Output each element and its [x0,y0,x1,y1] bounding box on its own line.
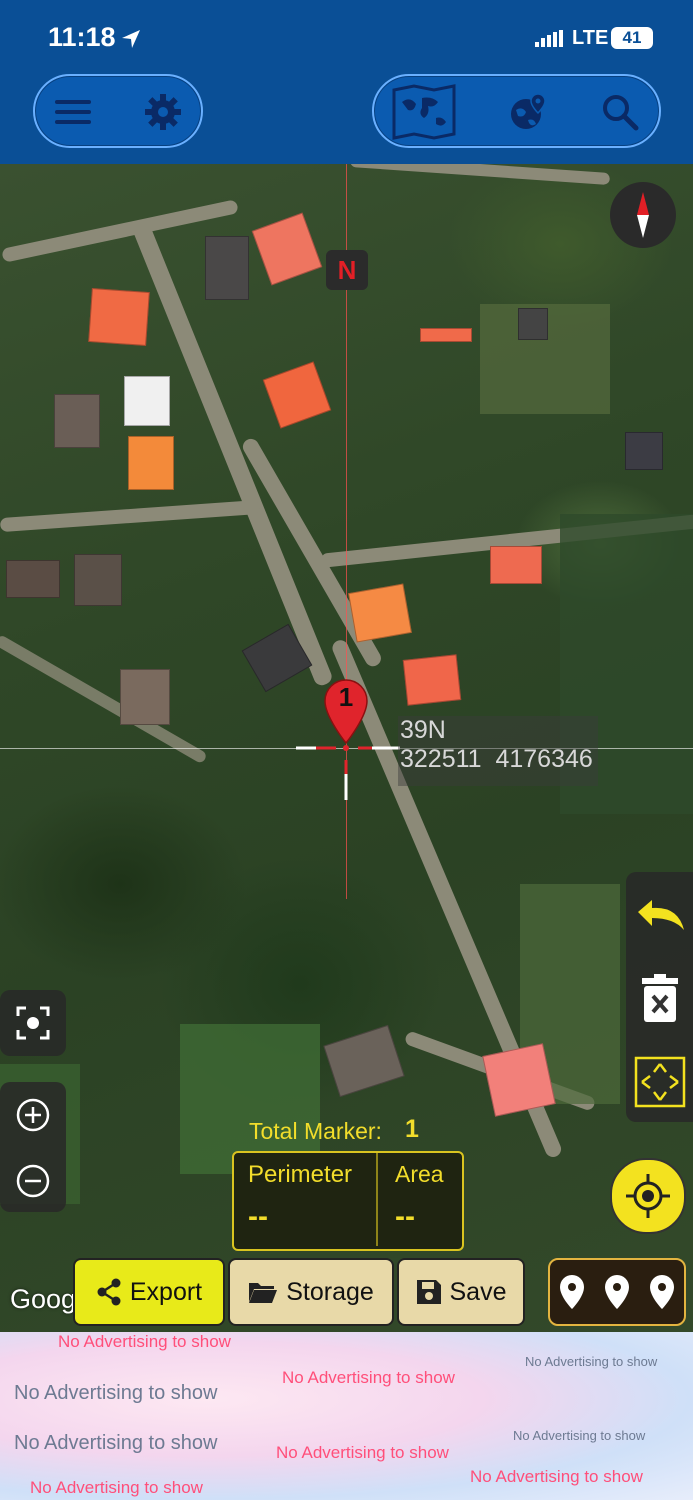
expand-extent-icon[interactable] [634,1056,686,1108]
undo-icon[interactable] [630,890,690,940]
export-button[interactable]: Export [73,1258,225,1326]
map-pin-icon [560,1275,585,1309]
hamburger-menu-icon[interactable] [53,92,93,132]
top-bar: 11:18 LTE 41 [0,0,693,164]
storage-button[interactable]: Storage [228,1258,394,1326]
storage-label: Storage [286,1277,374,1306]
signal-icon [535,30,563,47]
map-pin-icon [649,1275,674,1309]
ad-placeholder-text: No Advertising to show [30,1478,203,1497]
gear-icon[interactable] [143,92,183,132]
zoom-controls [0,1082,66,1212]
ad-banner[interactable]: No Advertising to show No Advertising to… [0,1332,693,1500]
total-marker-value: 1 [405,1115,419,1143]
area-label: Area [395,1161,444,1187]
ad-placeholder-text: No Advertising to show [14,1382,218,1404]
save-label: Save [449,1277,507,1306]
folder-open-icon [249,1283,278,1303]
left-toolbar-group [33,74,203,148]
ad-placeholder-text: No Advertising to show [58,1332,231,1351]
right-toolbar-group [372,74,661,148]
measurement-divider [376,1153,378,1246]
right-tool-column [626,872,693,1122]
floppy-disk-icon [416,1280,441,1304]
location-arrow-icon [122,30,140,48]
delete-trash-icon[interactable] [636,972,684,1026]
utm-coordinates: 322511 4176346 [400,745,593,773]
ad-placeholder-text: No Advertising to show [282,1368,455,1387]
ad-placeholder-text: No Advertising to show [14,1432,218,1454]
zoom-in-icon[interactable] [0,1082,66,1148]
compass-button[interactable] [610,182,676,248]
crosshair-reticle-icon [296,745,400,800]
map-pin-icon [604,1275,629,1309]
world-map-icon[interactable] [392,84,456,140]
area-value: -- [395,1200,415,1233]
network-type: LTE [572,27,609,49]
ad-placeholder-text: No Advertising to show [276,1443,449,1462]
focus-frame-icon [16,1006,50,1040]
utm-zone: 39N [400,716,446,744]
ad-placeholder-text: No Advertising to show [525,1354,658,1369]
coordinate-panel: 39N 322511 4176346 [398,716,598,786]
share-icon [97,1278,121,1306]
search-icon[interactable] [600,92,640,132]
save-button[interactable]: Save [397,1258,525,1326]
zoom-out-icon[interactable] [0,1148,66,1214]
ad-placeholder-text: No Advertising to show [513,1428,646,1443]
globe-pin-icon[interactable] [508,92,548,132]
status-time: 11:18 [48,22,116,52]
perimeter-value: -- [248,1200,268,1233]
north-indicator: N [326,250,368,290]
crosshair-gps-icon [626,1174,670,1218]
marker-mode-button[interactable] [548,1258,686,1326]
fit-view-button[interactable] [0,990,66,1056]
compass-icon [637,192,649,238]
my-location-button[interactable] [610,1158,686,1234]
perimeter-label: Perimeter [248,1161,353,1188]
battery-indicator: 41 [611,27,653,49]
total-marker-label: Total Marker: [249,1118,382,1144]
ad-placeholder-text: No Advertising to show [470,1467,643,1486]
export-label: Export [129,1277,203,1306]
